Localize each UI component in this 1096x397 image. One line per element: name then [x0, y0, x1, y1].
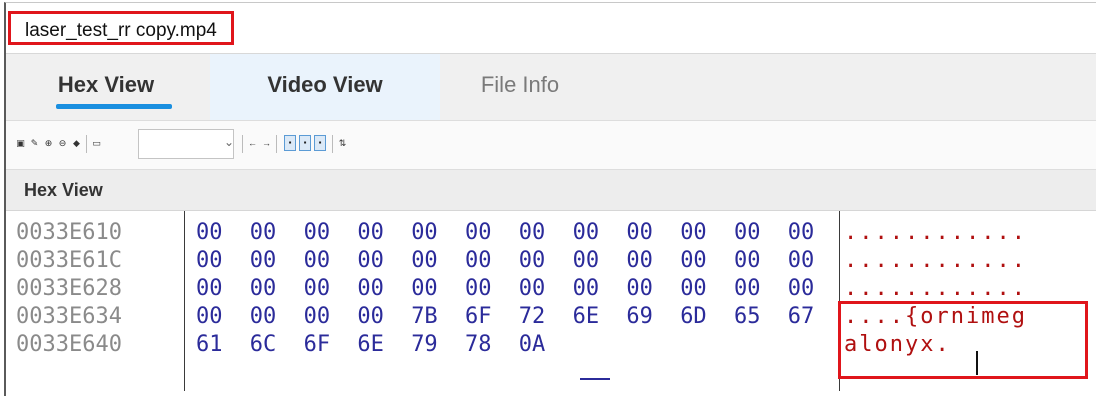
print-icon[interactable]: ▭	[92, 139, 101, 148]
bookmark-icon[interactable]: ◆	[72, 139, 81, 148]
hex-byte[interactable]: 00	[680, 275, 714, 303]
hex-byte[interactable]: 00	[250, 303, 284, 331]
row-offset: 0033E61C	[16, 248, 122, 273]
row-offset: 0033E628	[16, 276, 122, 301]
ascii-text[interactable]: ............	[844, 247, 1027, 275]
hex-byte[interactable]: 00	[304, 247, 338, 275]
hex-byte[interactable]: 6D	[680, 303, 714, 331]
hex-byte[interactable]: 00	[573, 247, 607, 275]
toolbar-separator	[276, 135, 277, 153]
back-icon[interactable]: ←	[248, 139, 257, 148]
hex-byte[interactable]: 00	[196, 247, 230, 275]
zoom-out-icon[interactable]: ⊖	[58, 139, 67, 148]
hex-byte[interactable]: 00	[734, 275, 768, 303]
hex-byte[interactable]: 00	[357, 275, 391, 303]
hex-byte[interactable]: 00	[357, 219, 391, 247]
hex-byte[interactable]: 72	[519, 303, 553, 331]
hex-byte[interactable]: 00	[357, 303, 391, 331]
hex-byte[interactable]: 65	[734, 303, 768, 331]
hex-byte[interactable]: 00	[465, 219, 499, 247]
hex-byte[interactable]: 00	[411, 247, 445, 275]
hex-byte[interactable]: 00	[304, 275, 338, 303]
ascii-text[interactable]: ............	[844, 219, 1027, 247]
title-row: laser_test_rr copy.mp4	[6, 3, 1096, 53]
hex-byte[interactable]: 6F	[465, 303, 499, 331]
hex-byte[interactable]: 00	[196, 275, 230, 303]
text-caret	[976, 351, 978, 375]
hex-editor-window: laser_test_rr copy.mp4 Hex View Video Vi…	[4, 2, 1096, 396]
tab-bar: Hex View Video View File Info	[6, 53, 1096, 120]
hex-byte[interactable]: 6F	[304, 331, 338, 359]
hex-row[interactable]: 0033E610 00 00 00 00 00 00 00 00 00 00 00 00........…	[6, 219, 1086, 247]
chevron-down-icon[interactable]: ⌄	[224, 135, 234, 149]
hex-byte[interactable]: 00	[304, 219, 338, 247]
tab-hex-view[interactable]: Hex View	[6, 54, 206, 120]
filename-label: laser_test_rr copy.mp4	[8, 11, 234, 45]
hex-byte[interactable]: 0A	[519, 331, 553, 359]
forward-icon[interactable]: →	[262, 139, 271, 148]
hex-byte[interactable]: 00	[626, 247, 660, 275]
row-offset: 0033E640	[16, 332, 122, 357]
hex-byte[interactable]: 61	[196, 331, 230, 359]
hex-byte[interactable]: 78	[465, 331, 499, 359]
zoom-in-icon[interactable]: ⊕	[44, 139, 53, 148]
hex-byte[interactable]: 00	[411, 275, 445, 303]
hex-byte[interactable]: 00	[626, 275, 660, 303]
hex-byte[interactable]: 00	[680, 219, 714, 247]
hex-byte[interactable]: 6E	[573, 303, 607, 331]
view-mode-3-icon[interactable]: ▪	[314, 135, 326, 151]
hex-byte[interactable]: 00	[626, 219, 660, 247]
hex-byte[interactable]: 69	[626, 303, 660, 331]
hex-byte[interactable]: 7B	[411, 303, 445, 331]
hex-byte[interactable]: 00	[788, 275, 822, 303]
row-offset: 0033E610	[16, 220, 122, 245]
byte-cursor	[580, 378, 610, 380]
hex-byte[interactable]: 00	[250, 247, 284, 275]
hex-byte[interactable]: 00	[573, 219, 607, 247]
hex-row[interactable]: 0033E61C 00 00 00 00 00 00 00 00 00 00 00 00........…	[6, 247, 1086, 275]
tab-file-info[interactable]: File Info	[440, 54, 600, 120]
hex-byte[interactable]: 00	[519, 247, 553, 275]
ascii-highlight-box	[838, 301, 1088, 379]
save-icon[interactable]: ▣	[16, 139, 25, 148]
hex-byte[interactable]: 00	[573, 275, 607, 303]
row-offset: 0033E634	[16, 304, 122, 329]
hex-byte[interactable]: 00	[411, 219, 445, 247]
hex-byte[interactable]: 00	[304, 303, 338, 331]
toolbar-separator	[86, 135, 87, 153]
active-tab-indicator	[56, 104, 172, 109]
toolbar-separator	[242, 135, 243, 153]
sort-icon[interactable]: ⇅	[338, 139, 347, 148]
edit-icon[interactable]: ✎	[30, 139, 39, 148]
hex-view-section-label: Hex View	[6, 170, 1096, 211]
view-mode-2-icon[interactable]: ▪	[299, 135, 311, 151]
hex-byte[interactable]: 00	[680, 247, 714, 275]
hex-byte[interactable]: 00	[788, 247, 822, 275]
hex-byte[interactable]: 00	[250, 275, 284, 303]
hex-row[interactable]: 0033E628 00 00 00 00 00 00 00 00 00 00 00 00........…	[6, 275, 1086, 303]
hex-byte[interactable]: 00	[734, 219, 768, 247]
hex-byte[interactable]: 79	[411, 331, 445, 359]
hex-byte[interactable]: 00	[519, 219, 553, 247]
hex-byte[interactable]: 00	[357, 247, 391, 275]
toolbar: ▣ ✎ ⊕ ⊖ ◆ ▭ ⌄ ← → ▪ ▪ ▪ ⇅	[6, 120, 1096, 170]
toolbar-separator	[332, 135, 333, 153]
hex-byte[interactable]: 6E	[357, 331, 391, 359]
hex-byte[interactable]: 00	[788, 219, 822, 247]
hex-byte[interactable]: 00	[465, 275, 499, 303]
hex-grid[interactable]: 0033E610 00 00 00 00 00 00 00 00 00 00 00 00........…	[6, 211, 1096, 391]
hex-byte[interactable]: 6C	[250, 331, 284, 359]
toolbar-combo-box[interactable]	[138, 129, 234, 159]
ascii-text[interactable]: ............	[844, 275, 1027, 303]
hex-byte[interactable]: 00	[196, 219, 230, 247]
hex-byte[interactable]: 00	[465, 247, 499, 275]
view-mode-1-icon[interactable]: ▪	[284, 135, 296, 151]
hex-byte[interactable]: 00	[196, 303, 230, 331]
tab-video-view[interactable]: Video View	[210, 54, 440, 120]
hex-byte[interactable]: 00	[250, 219, 284, 247]
hex-byte[interactable]: 00	[519, 275, 553, 303]
hex-byte[interactable]: 67	[788, 303, 822, 331]
hex-byte[interactable]: 00	[734, 247, 768, 275]
